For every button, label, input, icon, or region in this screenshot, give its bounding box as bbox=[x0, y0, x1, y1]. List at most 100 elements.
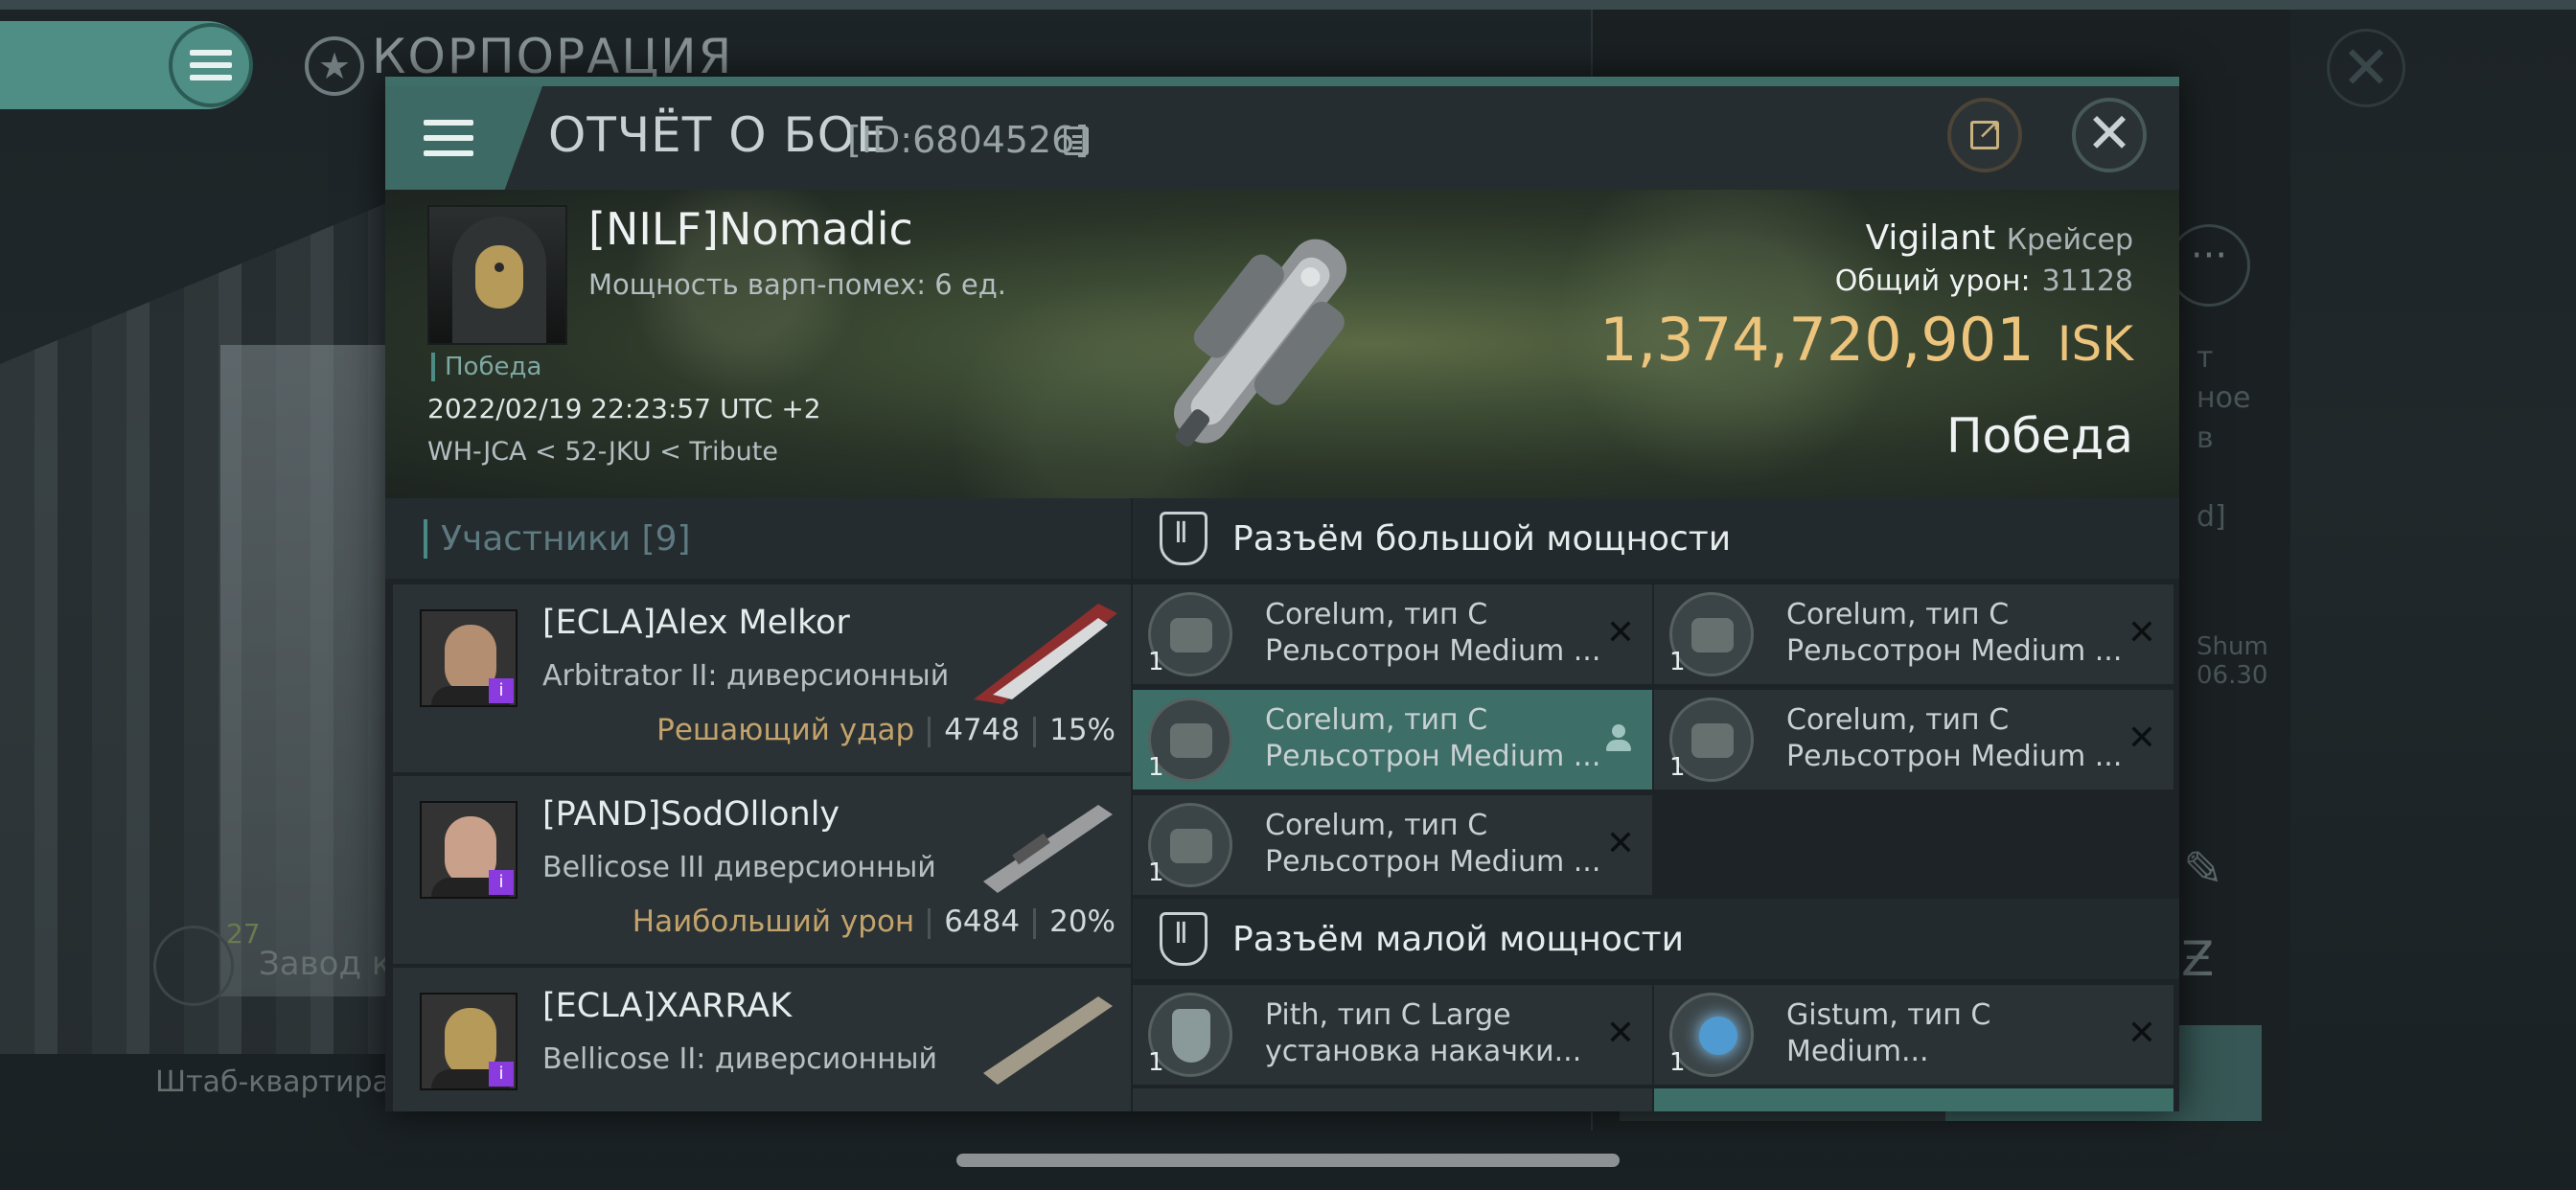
side-text: d] bbox=[2196, 500, 2226, 534]
side-text: ное bbox=[2196, 381, 2251, 415]
module-name: Corelum, тип C bbox=[1265, 809, 1488, 842]
destroyed-icon: ✕ bbox=[2127, 1014, 2156, 1053]
module-type: Рельсотрон Medium ... bbox=[1265, 634, 1601, 668]
factory-label[interactable]: Завод к bbox=[259, 945, 391, 983]
module-item[interactable]: 1 Corelum, тип C Рельсотрон Medium ... ✕ bbox=[1133, 584, 1652, 684]
avatar: i bbox=[420, 609, 518, 707]
module-quantity: 1 bbox=[1669, 753, 1686, 782]
fitting-panel: Разъём большой мощности 1 Corelum, тип C… bbox=[1133, 498, 2179, 1111]
side-text: в bbox=[2196, 422, 2214, 455]
module-item-partial[interactable] bbox=[1654, 1088, 2174, 1111]
isk-currency: ISK bbox=[2057, 316, 2133, 372]
module-name: Pith, тип C Large bbox=[1265, 998, 1511, 1032]
factory-icon[interactable] bbox=[153, 926, 234, 1006]
victim-ship-image[interactable] bbox=[1114, 201, 1401, 489]
module-item[interactable]: 1 Corelum, тип C Рельсотрон Medium ... ✕ bbox=[1654, 690, 2174, 790]
factory-count: 27 bbox=[226, 918, 261, 950]
module-type: установка накачки... bbox=[1265, 1035, 1582, 1068]
module-quantity: 1 bbox=[1148, 753, 1164, 782]
participant-row[interactable]: i [ECLA]Alex Melkor Arbitrator II: дивер… bbox=[393, 584, 1131, 772]
home-indicator[interactable] bbox=[956, 1154, 1620, 1167]
participant-name: [ECLA]XARRAK bbox=[542, 987, 793, 1025]
victim-name[interactable]: [NILF]Nomadic bbox=[588, 203, 913, 255]
module-item[interactable]: 1 Corelum, тип C Рельсотрон Medium ... ✕ bbox=[1654, 584, 2174, 684]
module-name: Corelum, тип C bbox=[1786, 598, 2010, 631]
module-item[interactable]: 1 Pith, тип C Large установка накачки...… bbox=[1133, 985, 1652, 1085]
victim-portrait[interactable] bbox=[427, 205, 567, 345]
destroyed-icon: ✕ bbox=[1605, 1014, 1635, 1053]
destroyed-icon: ✕ bbox=[2127, 613, 2156, 652]
low-slot-title: Разъём малой мощности bbox=[1232, 920, 1685, 959]
module-name: Corelum, тип C bbox=[1265, 598, 1488, 631]
hq-label[interactable]: Штаб-квартира К bbox=[155, 1065, 420, 1099]
total-damage: Общий урон: 31128 bbox=[1835, 264, 2133, 298]
destroyed-icon: ✕ bbox=[2127, 719, 2156, 758]
participant-ship: Bellicose II: диверсионный bbox=[542, 1042, 938, 1076]
kill-datetime: 2022/02/19 22:23:57 UTC +2 bbox=[427, 393, 821, 424]
top-bar bbox=[0, 0, 2576, 10]
side-text: Shum bbox=[2196, 632, 2268, 661]
hamburger-icon bbox=[190, 50, 232, 80]
participant-ship: Arbitrator II: диверсионный bbox=[542, 659, 950, 693]
share-button[interactable] bbox=[1947, 98, 2022, 172]
edit-icon[interactable]: ✎ bbox=[2183, 841, 2223, 897]
side-text: 06.30 bbox=[2196, 661, 2268, 690]
info-icon: i bbox=[489, 870, 514, 895]
victim-banner: [NILF]Nomadic Мощность варп-помех: 6 ед.… bbox=[385, 190, 2179, 498]
participant-percent: 15% bbox=[1049, 713, 1116, 747]
module-item[interactable]: 1 Gistum, тип C Medium... ✕ bbox=[1654, 985, 2174, 1085]
participants-header: Участники [9] bbox=[385, 498, 1131, 579]
kill-location[interactable]: WH-JCA < 52-JKU < Tribute bbox=[427, 437, 778, 467]
corp-menu-button[interactable] bbox=[169, 23, 253, 107]
module-item[interactable]: 1 Corelum, тип C Рельсотрон Medium ... ✕ bbox=[1133, 795, 1652, 895]
battle-report-modal: ОТЧЁТ О БОЕ [ID:6804526] ✕ [NILF]Nomadic… bbox=[385, 77, 2179, 1111]
module-quantity: 1 bbox=[1148, 858, 1164, 887]
module-type: Рельсотрон Medium ... bbox=[1265, 845, 1601, 879]
isk-amount: 1,374,720,901 bbox=[1599, 305, 2035, 375]
module-item[interactable]: 1 Corelum, тип C Рельсотрон Medium ... bbox=[1133, 690, 1652, 790]
participant-damage: 6484 bbox=[944, 904, 1021, 939]
participant-percent: 20% bbox=[1049, 904, 1116, 939]
share-icon bbox=[1970, 112, 2001, 149]
high-slot-title: Разъём большой мощности bbox=[1232, 519, 1732, 559]
participant-ship-image bbox=[983, 805, 1113, 893]
avatar: i bbox=[420, 993, 518, 1090]
module-type: Рельсотрон Medium ... bbox=[1786, 740, 2123, 773]
participant-ship-image bbox=[974, 604, 1117, 704]
report-id: [ID:6804526] bbox=[847, 119, 1090, 161]
info-icon: i bbox=[489, 678, 514, 703]
low-slot-icon bbox=[1160, 912, 1208, 966]
victim-ship-name: Vigilant bbox=[1865, 218, 1996, 258]
module-type: Рельсотрон Medium ... bbox=[1265, 740, 1601, 773]
participant-stats: Решающий удар 4748 15% bbox=[656, 713, 1116, 747]
destroyed-icon: ✕ bbox=[1605, 824, 1635, 863]
module-type: Рельсотрон Medium ... bbox=[1786, 634, 2123, 668]
participant-ship-image bbox=[983, 996, 1113, 1085]
module-quantity: 1 bbox=[1148, 1048, 1164, 1077]
high-slot-header: Разъём большой мощности bbox=[1133, 498, 2179, 579]
participants-panel: Участники [9] i [ECLA]Alex Melkor Arbitr… bbox=[385, 498, 1131, 1111]
participant-role: Наибольший урон bbox=[632, 904, 915, 939]
close-button[interactable]: ✕ bbox=[2072, 98, 2147, 172]
side-text: т bbox=[2196, 341, 2214, 375]
module-name: Corelum, тип C bbox=[1265, 703, 1488, 737]
participant-ship: Bellicose III диверсионный bbox=[542, 851, 936, 884]
status-badge: Победа bbox=[431, 353, 541, 381]
victim-ship[interactable]: Vigilant Крейсер bbox=[1866, 218, 2133, 258]
high-slot-icon bbox=[1160, 512, 1208, 565]
more-options-icon[interactable]: ··· bbox=[2168, 224, 2250, 307]
page-title: ОТЧЁТ О БОЕ bbox=[548, 107, 887, 163]
warp-disruption: Мощность варп-помех: 6 ед. bbox=[588, 268, 1006, 301]
dropped-person-icon bbox=[1606, 724, 1631, 753]
module-item-partial[interactable] bbox=[1133, 1088, 1652, 1111]
low-slot-header: Разъём малой мощности bbox=[1133, 899, 2179, 979]
destroyed-icon: ✕ bbox=[1605, 613, 1635, 652]
bg-close-icon[interactable]: ✕ bbox=[2327, 29, 2405, 107]
module-name: Corelum, тип C bbox=[1786, 703, 2010, 737]
module-quantity: 1 bbox=[1669, 1048, 1686, 1077]
copy-icon[interactable] bbox=[1064, 126, 1089, 155]
participant-row[interactable]: i [PAND]SodOllonly Bellicose III диверси… bbox=[393, 776, 1131, 964]
isk-value: 1,374,720,901 ISK bbox=[1599, 305, 2133, 375]
sleep-settings-icon[interactable]: Ƶ bbox=[2181, 931, 2214, 987]
participant-row[interactable]: i [ECLA]XARRAK Bellicose II: диверсионны… bbox=[393, 968, 1131, 1111]
